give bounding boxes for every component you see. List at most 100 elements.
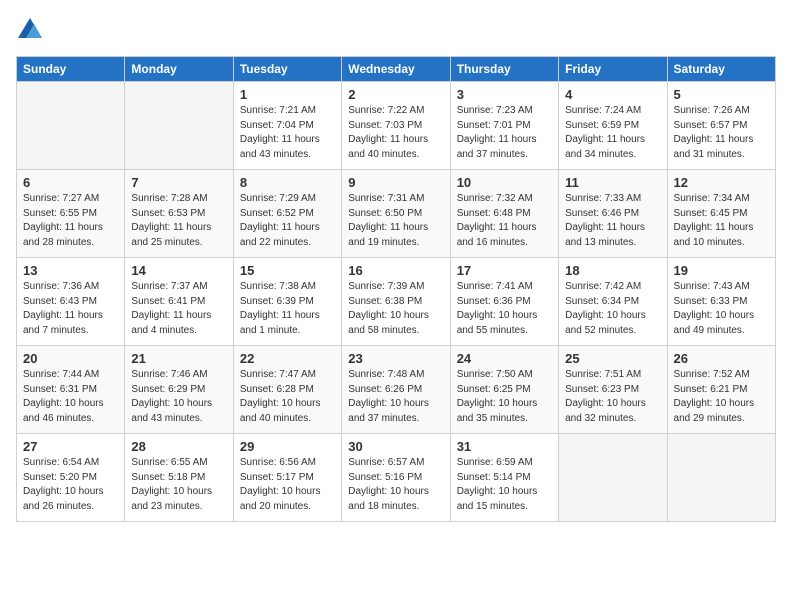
calendar-cell: 13 Sunrise: 7:36 AM Sunset: 6:43 PM Dayli… — [17, 258, 125, 346]
calendar-cell: 30 Sunrise: 6:57 AM Sunset: 5:16 PM Dayli… — [342, 434, 450, 522]
cell-info: Sunrise: 7:46 AM Sunset: 6:29 PM Dayligh… — [131, 368, 226, 426]
day-number: 4 — [565, 87, 660, 102]
day-number: 6 — [23, 175, 118, 190]
day-number: 16 — [348, 263, 443, 278]
day-header-sunday: Sunday — [17, 57, 125, 82]
calendar-cell: 6 Sunrise: 7:27 AM Sunset: 6:55 PM Daylig… — [17, 170, 125, 258]
day-number: 22 — [240, 351, 335, 366]
calendar-cell: 26Sunrise: 7:52 AM Sunset: 6:21 PM Dayli… — [667, 346, 775, 434]
day-number: 30 — [348, 439, 443, 454]
day-header-thursday: Thursday — [450, 57, 558, 82]
calendar-cell: 19Sunrise: 7:43 AM Sunset: 6:33 PM Dayli… — [667, 258, 775, 346]
day-number: 27 — [23, 439, 118, 454]
day-number: 20 — [23, 351, 118, 366]
day-number: 11 — [565, 175, 660, 190]
day-number: 17 — [457, 263, 552, 278]
calendar-cell: 28 Sunrise: 6:55 AM Sunset: 5:18 PM Dayli… — [125, 434, 233, 522]
cell-info: Sunrise: 6:56 AM Sunset: 5:17 PM Dayligh… — [240, 456, 335, 514]
logo-icon — [16, 16, 44, 44]
cell-info: Sunrise: 7:38 AM Sunset: 6:39 PM Dayligh… — [240, 280, 335, 338]
cell-info: Sunrise: 6:57 AM Sunset: 5:16 PM Dayligh… — [348, 456, 443, 514]
day-number: 12 — [674, 175, 769, 190]
calendar-cell: 16 Sunrise: 7:39 AM Sunset: 6:38 PM Dayli… — [342, 258, 450, 346]
cell-info: Sunrise: 7:24 AM Sunset: 6:59 PM Dayligh… — [565, 104, 660, 162]
cell-info: Sunrise: 7:27 AM Sunset: 6:55 PM Dayligh… — [23, 192, 118, 250]
cell-info: Sunrise: 7:22 AM Sunset: 7:03 PM Dayligh… — [348, 104, 443, 162]
cell-info: Sunrise: 7:41 AM Sunset: 6:36 PM Dayligh… — [457, 280, 552, 338]
calendar-week-row: 1 Sunrise: 7:21 AM Sunset: 7:04 PM Daylig… — [17, 82, 776, 170]
calendar-cell: 21 Sunrise: 7:46 AM Sunset: 6:29 PM Dayli… — [125, 346, 233, 434]
day-number: 29 — [240, 439, 335, 454]
day-number: 19 — [674, 263, 769, 278]
calendar-cell: 7 Sunrise: 7:28 AM Sunset: 6:53 PM Daylig… — [125, 170, 233, 258]
day-number: 8 — [240, 175, 335, 190]
calendar-cell: 27 Sunrise: 6:54 AM Sunset: 5:20 PM Dayli… — [17, 434, 125, 522]
day-number: 1 — [240, 87, 335, 102]
cell-info: Sunrise: 7:31 AM Sunset: 6:50 PM Dayligh… — [348, 192, 443, 250]
day-header-tuesday: Tuesday — [233, 57, 341, 82]
day-number: 7 — [131, 175, 226, 190]
calendar-cell: 14 Sunrise: 7:37 AM Sunset: 6:41 PM Dayli… — [125, 258, 233, 346]
calendar-cell: 15 Sunrise: 7:38 AM Sunset: 6:39 PM Dayli… — [233, 258, 341, 346]
calendar-week-row: 27 Sunrise: 6:54 AM Sunset: 5:20 PM Dayli… — [17, 434, 776, 522]
day-number: 10 — [457, 175, 552, 190]
calendar-cell: 11Sunrise: 7:33 AM Sunset: 6:46 PM Dayli… — [559, 170, 667, 258]
calendar-cell: 5 Sunrise: 7:26 AM Sunset: 6:57 PM Daylig… — [667, 82, 775, 170]
calendar-cell — [17, 82, 125, 170]
cell-info: Sunrise: 7:42 AM Sunset: 6:34 PM Dayligh… — [565, 280, 660, 338]
cell-info: Sunrise: 7:32 AM Sunset: 6:48 PM Dayligh… — [457, 192, 552, 250]
cell-info: Sunrise: 7:23 AM Sunset: 7:01 PM Dayligh… — [457, 104, 552, 162]
day-number: 5 — [674, 87, 769, 102]
day-number: 28 — [131, 439, 226, 454]
day-number: 14 — [131, 263, 226, 278]
cell-info: Sunrise: 7:26 AM Sunset: 6:57 PM Dayligh… — [674, 104, 769, 162]
day-header-friday: Friday — [559, 57, 667, 82]
calendar-header-row: SundayMondayTuesdayWednesdayThursdayFrid… — [17, 57, 776, 82]
day-number: 23 — [348, 351, 443, 366]
calendar-cell: 18 Sunrise: 7:42 AM Sunset: 6:34 PM Dayli… — [559, 258, 667, 346]
cell-info: Sunrise: 7:39 AM Sunset: 6:38 PM Dayligh… — [348, 280, 443, 338]
day-header-saturday: Saturday — [667, 57, 775, 82]
cell-info: Sunrise: 7:51 AM Sunset: 6:23 PM Dayligh… — [565, 368, 660, 426]
day-number: 25 — [565, 351, 660, 366]
day-header-monday: Monday — [125, 57, 233, 82]
day-number: 31 — [457, 439, 552, 454]
cell-info: Sunrise: 7:34 AM Sunset: 6:45 PM Dayligh… — [674, 192, 769, 250]
day-number: 21 — [131, 351, 226, 366]
calendar-cell: 31 Sunrise: 6:59 AM Sunset: 5:14 PM Dayli… — [450, 434, 558, 522]
logo — [16, 16, 48, 44]
cell-info: Sunrise: 6:54 AM Sunset: 5:20 PM Dayligh… — [23, 456, 118, 514]
calendar-cell: 25 Sunrise: 7:51 AM Sunset: 6:23 PM Dayli… — [559, 346, 667, 434]
cell-info: Sunrise: 7:28 AM Sunset: 6:53 PM Dayligh… — [131, 192, 226, 250]
calendar-cell — [667, 434, 775, 522]
calendar-cell: 8 Sunrise: 7:29 AM Sunset: 6:52 PM Daylig… — [233, 170, 341, 258]
calendar-cell: 1 Sunrise: 7:21 AM Sunset: 7:04 PM Daylig… — [233, 82, 341, 170]
calendar-cell — [559, 434, 667, 522]
day-header-wednesday: Wednesday — [342, 57, 450, 82]
day-number: 13 — [23, 263, 118, 278]
day-number: 2 — [348, 87, 443, 102]
calendar-cell — [125, 82, 233, 170]
cell-info: Sunrise: 6:59 AM Sunset: 5:14 PM Dayligh… — [457, 456, 552, 514]
calendar-cell: 9Sunrise: 7:31 AM Sunset: 6:50 PM Daylig… — [342, 170, 450, 258]
calendar-cell: 12 Sunrise: 7:34 AM Sunset: 6:45 PM Dayli… — [667, 170, 775, 258]
calendar-table: SundayMondayTuesdayWednesdayThursdayFrid… — [16, 56, 776, 522]
day-number: 18 — [565, 263, 660, 278]
cell-info: Sunrise: 7:44 AM Sunset: 6:31 PM Dayligh… — [23, 368, 118, 426]
calendar-cell: 17 Sunrise: 7:41 AM Sunset: 6:36 PM Dayli… — [450, 258, 558, 346]
cell-info: Sunrise: 7:37 AM Sunset: 6:41 PM Dayligh… — [131, 280, 226, 338]
cell-info: Sunrise: 7:21 AM Sunset: 7:04 PM Dayligh… — [240, 104, 335, 162]
calendar-cell: 10 Sunrise: 7:32 AM Sunset: 6:48 PM Dayli… — [450, 170, 558, 258]
calendar-cell: 22 Sunrise: 7:47 AM Sunset: 6:28 PM Dayli… — [233, 346, 341, 434]
calendar-cell: 2 Sunrise: 7:22 AM Sunset: 7:03 PM Daylig… — [342, 82, 450, 170]
cell-info: Sunrise: 7:29 AM Sunset: 6:52 PM Dayligh… — [240, 192, 335, 250]
day-number: 26 — [674, 351, 769, 366]
page-header — [16, 16, 776, 44]
cell-info: Sunrise: 7:50 AM Sunset: 6:25 PM Dayligh… — [457, 368, 552, 426]
cell-info: Sunrise: 7:47 AM Sunset: 6:28 PM Dayligh… — [240, 368, 335, 426]
calendar-week-row: 6 Sunrise: 7:27 AM Sunset: 6:55 PM Daylig… — [17, 170, 776, 258]
cell-info: Sunrise: 6:55 AM Sunset: 5:18 PM Dayligh… — [131, 456, 226, 514]
cell-info: Sunrise: 7:36 AM Sunset: 6:43 PM Dayligh… — [23, 280, 118, 338]
day-number: 15 — [240, 263, 335, 278]
calendar-cell: 24Sunrise: 7:50 AM Sunset: 6:25 PM Dayli… — [450, 346, 558, 434]
